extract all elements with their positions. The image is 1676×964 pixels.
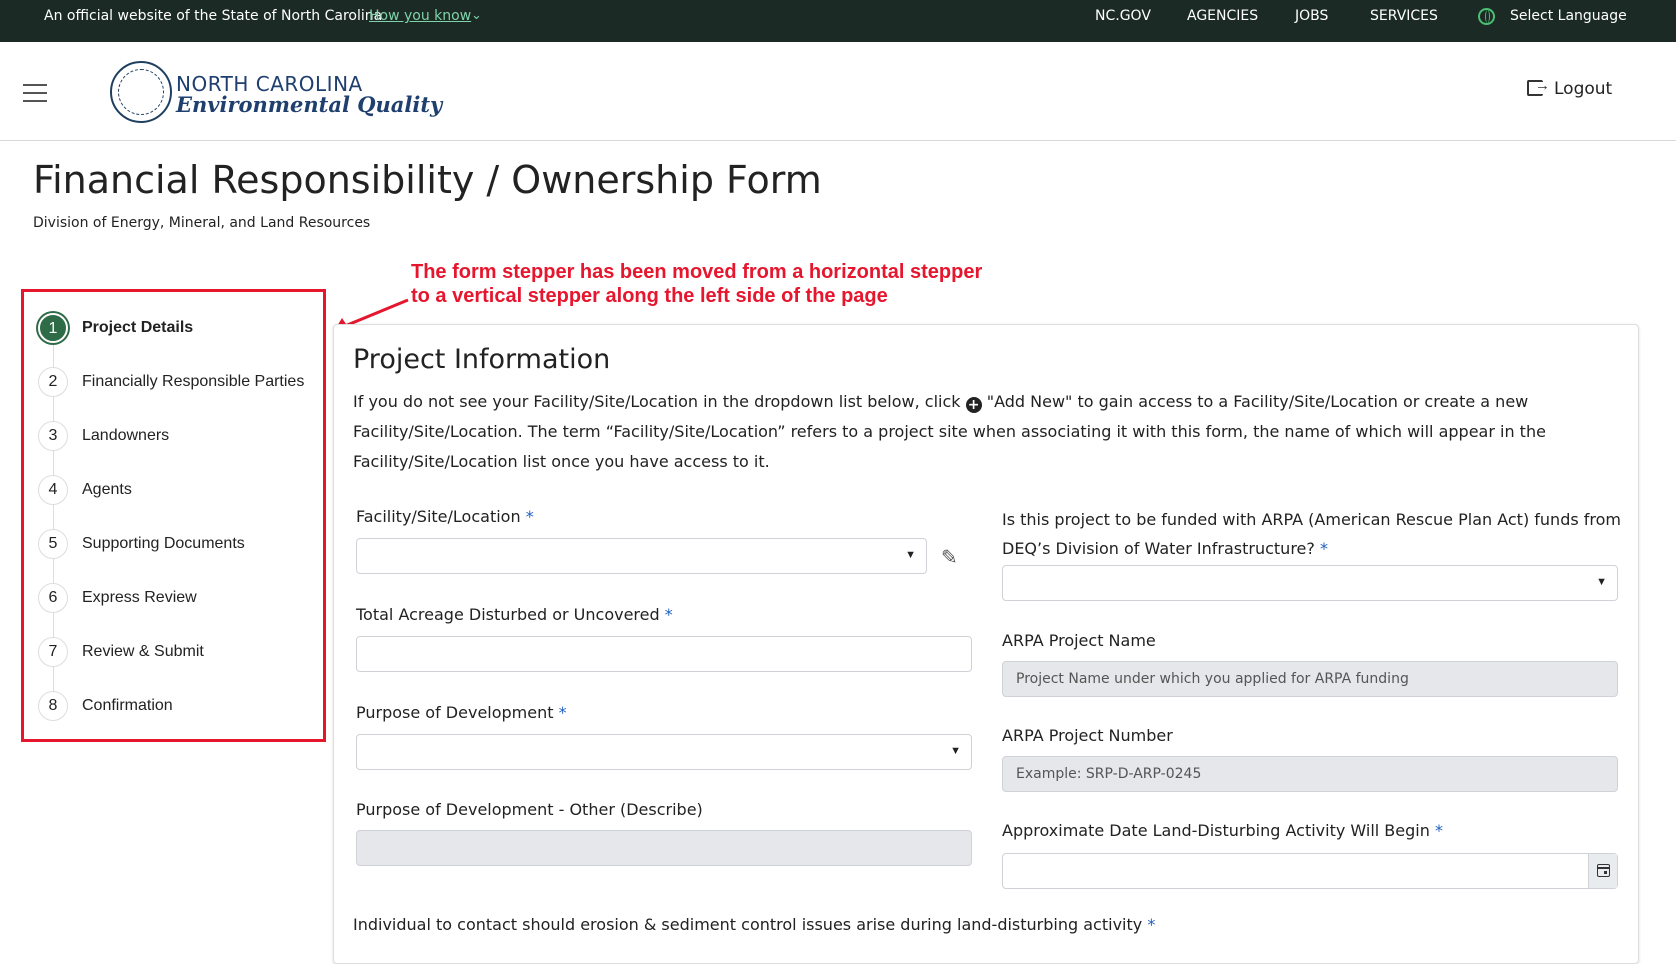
calendar-button[interactable] xyxy=(1588,854,1617,888)
arpa-name-label: ARPA Project Name xyxy=(1002,631,1156,650)
nav-link-services[interactable]: SERVICES xyxy=(1370,8,1438,24)
step-label: Project Details xyxy=(82,319,194,336)
page-subtitle: Division of Energy, Mineral, and Land Re… xyxy=(33,215,371,231)
purpose-select[interactable]: ▼ xyxy=(356,734,972,770)
arpa-funding-select[interactable]: ▼ xyxy=(1002,565,1618,601)
caret-down-icon: ▼ xyxy=(1596,576,1607,588)
facility-label: Facility/Site/Location * xyxy=(356,507,534,526)
start-date-input[interactable] xyxy=(1002,853,1618,889)
facility-select[interactable]: ▼ xyxy=(356,538,927,574)
logout-arrow-icon[interactable]: → xyxy=(1535,77,1550,94)
purpose-other-input[interactable] xyxy=(356,830,972,866)
acreage-label: Total Acreage Disturbed or Uncovered * xyxy=(356,605,673,624)
arpa-name-input[interactable]: Project Name under which you applied for… xyxy=(1002,661,1618,697)
official-text: An official website of the State of Nort… xyxy=(44,8,383,24)
intro-text: If you do not see your Facility/Site/Loc… xyxy=(353,387,1633,477)
step-label: Financially Responsible Parties xyxy=(82,373,305,390)
arpa-number-placeholder: Example: SRP-D-ARP-0245 xyxy=(1016,766,1202,782)
brand-line2[interactable]: Environmental Quality xyxy=(176,92,442,117)
official-banner: An official website of the State of Nort… xyxy=(0,0,1676,42)
purpose-other-label: Purpose of Development - Other (Describe… xyxy=(356,800,703,819)
intro-part1: If you do not see your Facility/Site/Loc… xyxy=(353,392,961,411)
arpa-number-label: ARPA Project Number xyxy=(1002,726,1173,745)
step-number: 4 xyxy=(38,475,68,505)
start-date-label: Approximate Date Land-Disturbing Activit… xyxy=(1002,821,1443,840)
arpa-name-placeholder: Project Name under which you applied for… xyxy=(1016,671,1409,687)
arpa-number-input[interactable]: Example: SRP-D-ARP-0245 xyxy=(1002,756,1618,792)
annotation-line1: The form stepper has been moved from a h… xyxy=(411,261,983,283)
calendar-icon xyxy=(1597,864,1610,877)
caret-down-icon: ▼ xyxy=(950,745,961,757)
annotation-text: The form stepper has been moved from a h… xyxy=(411,260,982,308)
globe-icon xyxy=(1478,8,1495,25)
step-number: 1 xyxy=(38,313,68,343)
stepper-highlight-box xyxy=(21,289,326,742)
page-title: Financial Responsibility / Ownership For… xyxy=(33,158,822,202)
caret-down-icon: ▼ xyxy=(905,549,916,561)
step-label: Express Review xyxy=(82,589,197,606)
seal-ring xyxy=(118,69,164,115)
step-label: Landowners xyxy=(82,427,170,444)
step-number: 3 xyxy=(38,421,68,451)
step-label: Supporting Documents xyxy=(82,535,245,552)
nav-link-agencies[interactable]: AGENCIES xyxy=(1187,8,1258,24)
section-title: Project Information xyxy=(353,344,611,375)
pencil-edit-icon[interactable]: ✎ xyxy=(941,545,958,570)
logout-button[interactable]: Logout xyxy=(1554,79,1612,99)
how-you-know-link[interactable]: How you know xyxy=(369,8,471,24)
step-label: Review & Submit xyxy=(82,643,204,660)
annotation-line2: to a vertical stepper along the left sid… xyxy=(411,285,888,307)
step-number: 2 xyxy=(38,367,68,397)
nav-link-ncgov[interactable]: NC.GOV xyxy=(1095,8,1151,24)
purpose-label: Purpose of Development * xyxy=(356,703,567,722)
contact-label: Individual to contact should erosion & s… xyxy=(353,915,1156,934)
step-number: 8 xyxy=(38,691,68,721)
step-number: 6 xyxy=(38,583,68,613)
arpa-question-label: Is this project to be funded with ARPA (… xyxy=(1002,510,1622,558)
acreage-input[interactable] xyxy=(356,636,972,672)
add-circle-icon: + xyxy=(965,397,982,413)
hamburger-menu-icon[interactable] xyxy=(23,84,47,102)
step-number: 5 xyxy=(38,529,68,559)
step-label: Agents xyxy=(82,481,132,498)
step-number: 7 xyxy=(38,637,68,667)
nav-link-jobs[interactable]: JOBS xyxy=(1295,8,1328,24)
select-language[interactable]: Select Language xyxy=(1510,8,1627,24)
chevron-down-icon[interactable]: ⌄ xyxy=(471,7,482,23)
step-label: Confirmation xyxy=(82,697,173,714)
